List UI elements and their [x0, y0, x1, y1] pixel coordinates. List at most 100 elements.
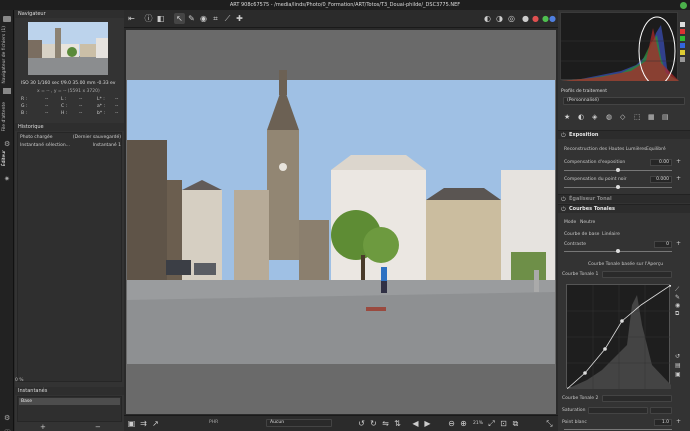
base-curve-value[interactable]: Linéaire	[602, 232, 620, 237]
next-image-icon[interactable]: ▶	[422, 418, 433, 429]
histogram-green-button[interactable]	[680, 36, 685, 41]
before-after-icon[interactable]: ◧	[155, 13, 166, 24]
history-item[interactable]: Photo chargée (Dernier sauvegardé)	[20, 135, 121, 140]
zoom-crop-icon[interactable]: ⊡	[498, 418, 509, 429]
snapshot-item[interactable]: Base	[19, 398, 120, 405]
color-tab-icon[interactable]: ◍	[606, 113, 612, 121]
histogram-raw-button[interactable]	[680, 57, 685, 62]
remove-snapshot-button[interactable]: −	[95, 423, 101, 431]
crop-icon[interactable]: ⌗	[210, 13, 221, 24]
fullscreen-icon[interactable]: ⤡	[544, 418, 555, 429]
queue-icon[interactable]	[3, 88, 11, 94]
exposure-comp-field[interactable]: 0.00	[650, 159, 672, 166]
power-icon[interactable]: ⏻	[561, 195, 566, 204]
curve2-label: Courbe Tonale 2	[562, 396, 599, 401]
flip-vertical-icon[interactable]: ⇅	[392, 418, 403, 429]
curve-edit-icon[interactable]: ✎	[675, 294, 680, 302]
hide-left-panel-icon[interactable]: ⇤	[126, 13, 137, 24]
flip-horizontal-icon[interactable]: ⇋	[380, 418, 391, 429]
zoom-out-icon[interactable]: ⊖	[446, 418, 457, 429]
add-snapshot-button[interactable]: +	[40, 423, 46, 431]
channel-blue-icon[interactable]: ●	[547, 13, 558, 24]
settings-icon[interactable]: ⚙	[4, 414, 10, 422]
focus-mask-icon[interactable]: ◎	[506, 13, 517, 24]
zoom-in-icon[interactable]: ⊕	[458, 418, 469, 429]
tone-eq-header[interactable]: ⏻ Égaliseur Tonal	[558, 194, 690, 203]
window-title-bar: ART 908c67575 - /media/linds/Photo/0_For…	[0, 0, 690, 10]
exposure-comp-knob[interactable]	[616, 168, 620, 172]
power-icon[interactable]: ⏻	[561, 205, 566, 214]
rotate-right-icon[interactable]: ↻	[368, 418, 379, 429]
power-icon[interactable]: ⏻	[561, 131, 566, 140]
curve-copy-icon[interactable]: ⧉	[675, 310, 680, 318]
black-comp-field[interactable]: 0.000	[650, 176, 672, 183]
prev-image-icon[interactable]: ◀	[410, 418, 421, 429]
curve-picker-icon[interactable]: ◉	[675, 302, 680, 310]
curve-editor[interactable]	[566, 283, 673, 390]
tab-queue[interactable]: File d'attente	[2, 102, 7, 132]
folder-icon[interactable]	[3, 16, 11, 22]
meta-tab-icon[interactable]: ▤	[662, 113, 669, 121]
whitepoint-slider[interactable]	[564, 429, 672, 430]
curve1-type-select[interactable]	[602, 271, 672, 278]
color-picker-icon[interactable]: ◉	[198, 13, 209, 24]
transform-tab-icon[interactable]: ⬚	[634, 113, 641, 121]
clip-highlights-icon[interactable]: ◑	[494, 13, 505, 24]
navigator-thumbnail[interactable]	[28, 22, 108, 75]
info-icon[interactable]: ⓘ	[143, 13, 154, 24]
reset-icon[interactable]: +	[676, 418, 681, 425]
contrast-field[interactable]: 0	[654, 241, 672, 248]
close-window-button[interactable]	[680, 1, 687, 9]
saturation-select[interactable]	[588, 407, 648, 414]
raw-tab-icon[interactable]: ▦	[648, 113, 655, 121]
new-window-icon[interactable]: ⧉	[510, 418, 521, 429]
histogram[interactable]	[560, 12, 679, 86]
hand-tool-icon[interactable]: ↖	[174, 13, 185, 24]
reset-icon[interactable]: +	[676, 158, 681, 165]
queue-add-icon[interactable]: ⇉	[138, 418, 149, 429]
curve2-type-select[interactable]	[602, 395, 672, 402]
reset-icon[interactable]: +	[676, 175, 681, 182]
mode-value[interactable]: Neutre	[580, 220, 595, 225]
reset-icon[interactable]: +	[676, 240, 681, 247]
profile-value: (Personnalisé)	[567, 98, 599, 103]
clip-shadows-icon[interactable]: ◐	[482, 13, 493, 24]
histogram-graph	[561, 16, 679, 86]
image-canvas[interactable]	[126, 30, 556, 414]
histogram-blue-button[interactable]	[680, 43, 685, 48]
side-tab-strip: Navigateur de fichiers (1) File d'attent…	[0, 10, 14, 431]
curve-save-icon[interactable]: ▣	[675, 370, 681, 379]
rotate-left-icon[interactable]: ↺	[356, 418, 367, 429]
spot-removal-icon[interactable]: ✚	[234, 13, 245, 24]
curve-linear-icon[interactable]: ⟋	[675, 286, 680, 294]
exposure-header[interactable]: ⏻ Exposition	[558, 130, 690, 139]
detail-tab-icon[interactable]: ◈	[592, 113, 597, 121]
save-icon[interactable]: ▣	[126, 418, 137, 429]
saturation-curve-select[interactable]	[650, 407, 672, 414]
contrast-label: Contraste	[564, 242, 586, 247]
histogram-red-button[interactable]	[680, 29, 685, 34]
histogram-chroma-button[interactable]	[680, 50, 685, 55]
tone-curves-header[interactable]: ⏻ Courbes Tonales	[558, 204, 690, 213]
history-item[interactable]: Instantané sélection... Instantané 1	[20, 143, 121, 148]
curve-reset-icon[interactable]: ↺	[675, 352, 681, 361]
zoom-fit-icon[interactable]: ⤢	[486, 418, 497, 429]
favorites-tab-icon[interactable]: ★	[564, 113, 570, 121]
wb-picker-icon[interactable]: ✎	[186, 13, 197, 24]
aperture-icon[interactable]: ✷	[4, 175, 10, 183]
curve-open-icon[interactable]: ▤	[675, 361, 681, 370]
black-comp-knob[interactable]	[616, 185, 620, 189]
local-tab-icon[interactable]: ◇	[620, 113, 625, 121]
tab-editor[interactable]: Éditeur	[2, 150, 7, 166]
contrast-knob[interactable]	[616, 249, 620, 253]
tab-file-browser[interactable]: Navigateur de fichiers (1)	[2, 26, 7, 84]
straighten-icon[interactable]: ⟋	[222, 13, 233, 24]
zoom-select[interactable]: Aucun	[266, 419, 332, 427]
histogram-luminance-button[interactable]	[680, 22, 685, 27]
exposure-tab-icon[interactable]: ◐	[578, 113, 584, 121]
gears-icon[interactable]: ⚙	[4, 140, 10, 148]
open-external-icon[interactable]: ↗	[150, 418, 161, 429]
whitepoint-field[interactable]: 1.0	[654, 419, 672, 426]
hl-recon-value[interactable]: Equilibré	[646, 147, 666, 152]
profile-select[interactable]: (Personnalisé)	[563, 97, 685, 105]
